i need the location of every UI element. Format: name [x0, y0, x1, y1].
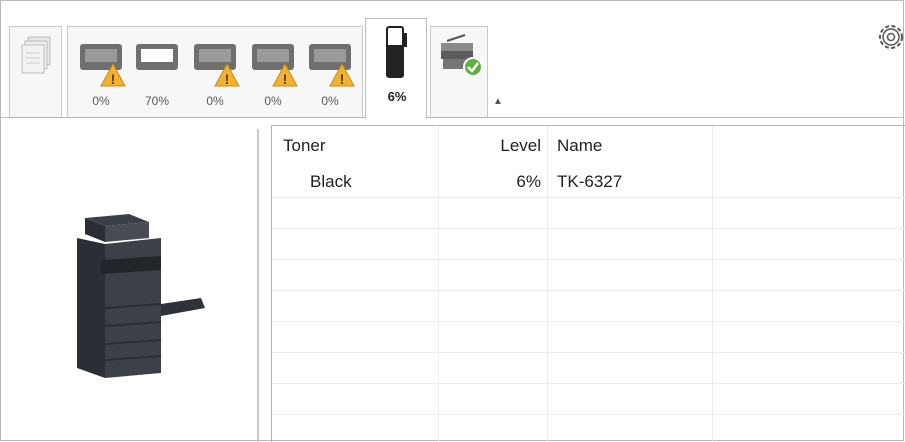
toner-name-cell: TK-6327	[557, 172, 623, 191]
paper-tray-icon: !	[194, 44, 240, 87]
printer-device-image	[77, 214, 205, 378]
pane-splitter[interactable]	[257, 129, 259, 442]
tray-level: 70%	[144, 94, 170, 108]
paper-tray-icon: !	[252, 44, 298, 87]
paper-tray-icon	[136, 44, 178, 70]
printer-status-window: ! 0% 70% ! 0% ! 0% ! 0% 6% ▲ Toner Level…	[0, 0, 905, 442]
paper-tray-icon: !	[80, 44, 126, 87]
tray-level: 0%	[206, 94, 224, 108]
collapse-icon[interactable]: ▲	[493, 96, 503, 107]
svg-text:!: !	[225, 71, 230, 87]
toner-cartridge-icon	[386, 26, 407, 78]
toner-table: Toner Level Name Black 6% TK-6327	[271, 125, 905, 442]
tab-paper-trays[interactable]: ! 0% 70% ! 0% ! 0% ! 0%	[67, 26, 363, 117]
toner-level-label: 6%	[387, 89, 407, 104]
tab-toner[interactable]: 6%	[365, 18, 427, 119]
paper-stack-icon	[21, 36, 51, 74]
table-header: Toner Level Name	[272, 130, 905, 161]
column-header-toner[interactable]: Toner	[283, 130, 433, 161]
device-status-icon	[441, 34, 483, 77]
device-image-pane	[1, 118, 259, 442]
column-header-level[interactable]: Level	[438, 130, 541, 161]
tab-paper-stack[interactable]	[9, 26, 62, 117]
status-tab-bar: ! 0% 70% ! 0% ! 0% ! 0% 6% ▲	[1, 1, 905, 119]
toner-color-cell: Black	[310, 172, 352, 191]
svg-text:!: !	[340, 71, 345, 87]
svg-text:!: !	[283, 71, 288, 87]
paper-tray-icon: !	[309, 44, 355, 87]
tab-device-status[interactable]	[430, 26, 488, 117]
table-row[interactable]: Black 6% TK-6327	[272, 166, 905, 197]
toner-level-cell: 6%	[516, 172, 541, 191]
svg-text:!: !	[111, 71, 116, 87]
tray-level: 0%	[264, 94, 282, 108]
column-header-name[interactable]: Name	[557, 130, 707, 161]
tray-level: 0%	[321, 94, 339, 108]
gear-icon[interactable]	[875, 21, 905, 53]
tray-level: 0%	[92, 94, 110, 108]
